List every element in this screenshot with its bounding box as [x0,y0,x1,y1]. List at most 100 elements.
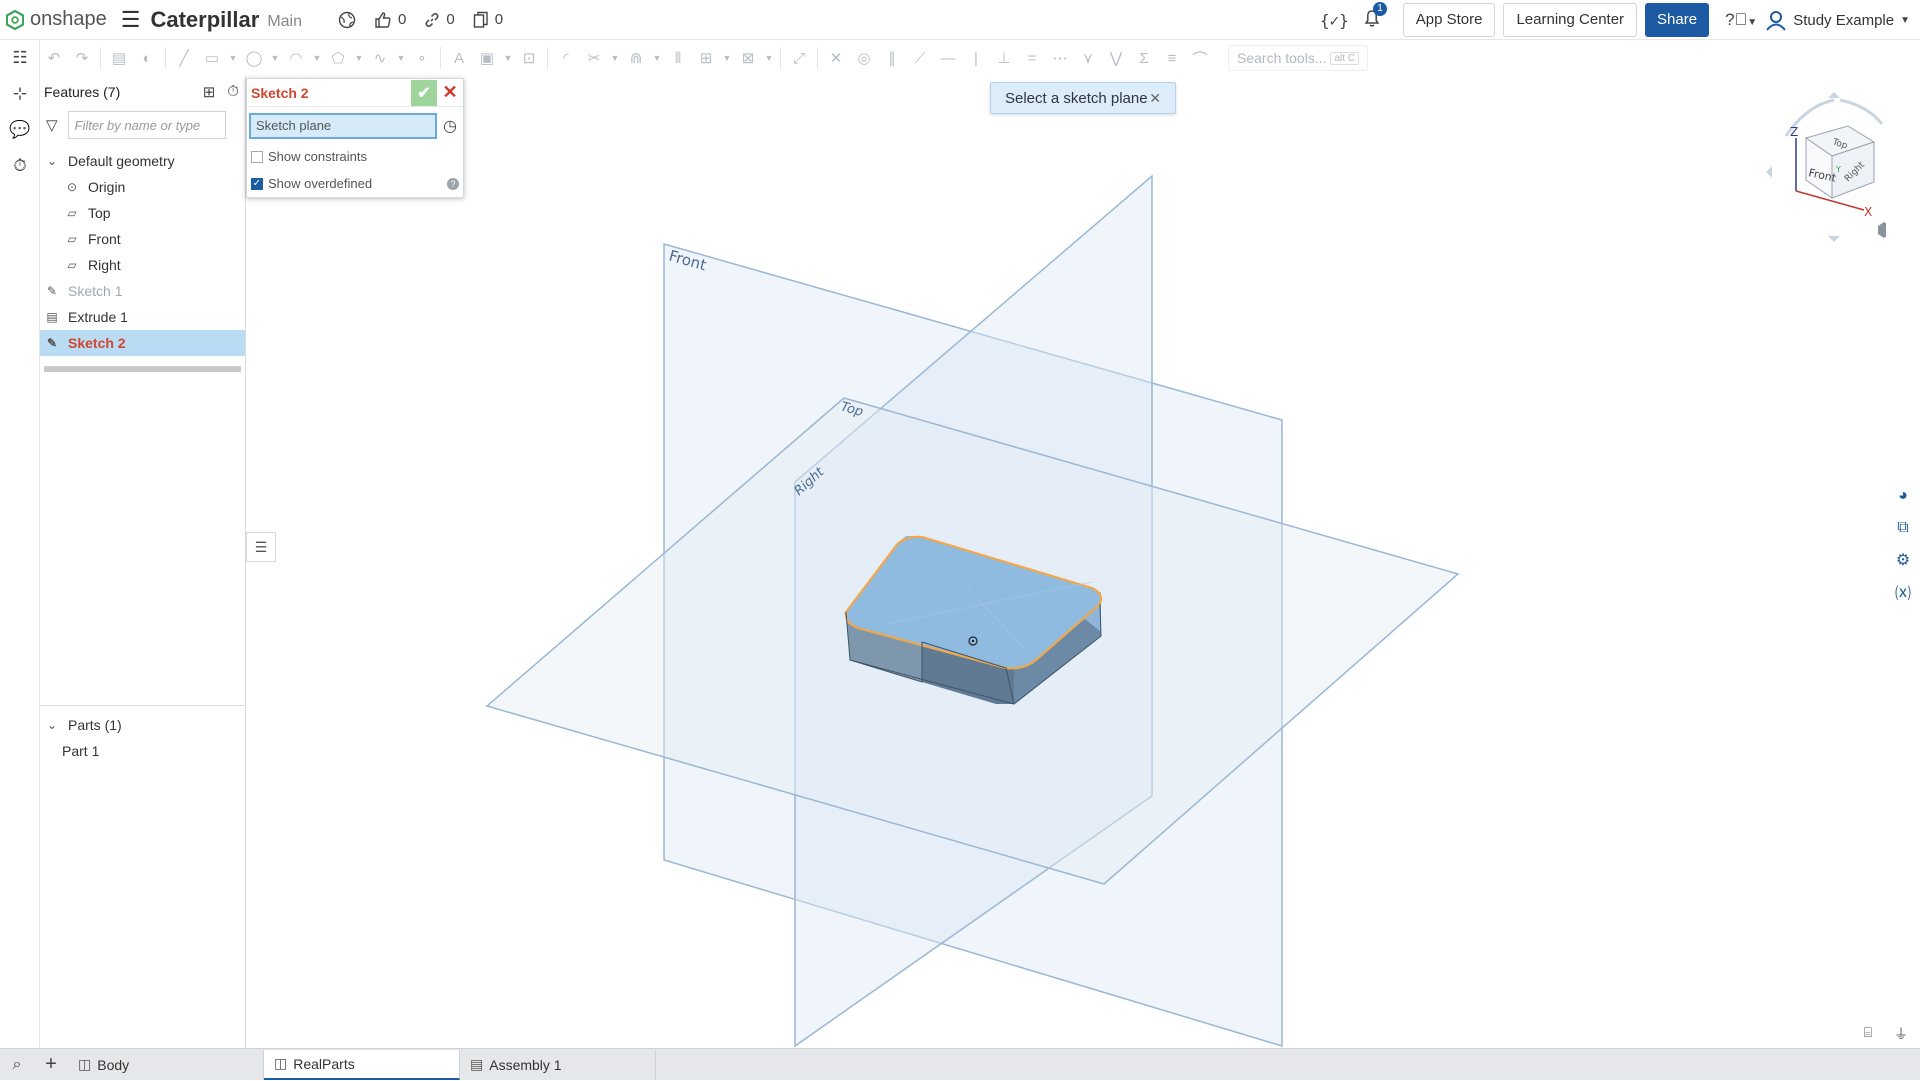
tree-item-sketch2[interactable]: ✎ Sketch 2 [40,330,245,356]
tree-item-origin[interactable]: ⊙ Origin [40,174,245,200]
parallel-icon[interactable]: ∥ [878,44,906,72]
help-button[interactable]: ?⃝▼ [1725,10,1757,30]
tree-item-right[interactable]: ▱ Right [40,252,245,278]
parts-folder[interactable]: ⌄ Parts (1) [40,712,246,738]
perpendicular-icon[interactable]: ⊥ [990,44,1018,72]
search-tabs-icon[interactable]: ⌕ [0,1049,34,1081]
history-icon[interactable]: ⏱ [0,148,40,184]
share-button[interactable]: Share [1645,3,1710,37]
tab-body[interactable]: ◫ Body [68,1049,264,1080]
tree-item-sketch1[interactable]: ✎ Sketch 1 [40,278,245,304]
onshape-logo[interactable]: onshape [6,8,107,31]
new-sketch-icon[interactable]: ▤ [105,44,133,72]
chevron-down-icon[interactable]: ▼ [762,44,776,72]
properties-icon[interactable]: ⧉ [1886,512,1920,544]
add-tab-icon[interactable]: + [34,1049,68,1081]
show-constraints-checkbox[interactable] [251,150,263,163]
chevron-down-icon[interactable]: ▼ [501,44,515,72]
variables-icon[interactable]: {✓} [1320,11,1349,30]
app-store-button[interactable]: App Store [1402,3,1496,37]
configuration-icon[interactable]: ⚙ [1886,544,1920,576]
globe-icon[interactable] [338,11,356,29]
chevron-down-icon[interactable]: ▼ [650,44,664,72]
chevron-down-icon[interactable]: ▼ [268,44,282,72]
variables-panel-icon[interactable]: ⒳ [1886,576,1920,608]
curvature-icon[interactable]: ⌒ [1186,44,1214,72]
redo-icon[interactable]: ↷ [68,44,96,72]
viewport-canvas[interactable]: Front Top Right Top Front Right Z X Y [246,76,1903,1048]
document-branch[interactable]: Main [267,13,302,31]
filter-icon[interactable]: ▽ [46,116,58,134]
coincident-icon[interactable]: ✕ [822,44,850,72]
notifications-button[interactable]: 1 [1363,1,1387,33]
cancel-button[interactable]: ✕ [437,80,463,106]
help-icon[interactable]: ? [447,177,459,190]
show-overdefined-checkbox[interactable]: ✓ [251,177,263,190]
concentric-icon[interactable]: ◎ [850,44,878,72]
arc-icon[interactable]: ◠ [282,44,310,72]
accept-button[interactable]: ✔ [411,79,437,106]
part-item[interactable]: Part 1 [40,738,246,764]
mass-properties-icon[interactable]: ⏚ [1894,1024,1908,1044]
line-icon[interactable]: ╱ [170,44,198,72]
clock-icon[interactable]: ◷ [443,116,457,136]
orbit-arrow-top[interactable] [1828,92,1840,98]
view-cube[interactable]: Top Front Right Z X Y ▼ [1766,92,1903,242]
pattern-icon[interactable]: ⊞ [692,44,720,72]
chevron-down-icon[interactable]: ▼ [310,44,324,72]
appearance-icon[interactable]: ◕ [1886,480,1920,512]
view-options-button[interactable]: ▼ [1878,222,1903,238]
offset-icon[interactable]: ⋒ [622,44,650,72]
tree-item-front[interactable]: ▱ Front [40,226,245,252]
fix-icon[interactable]: ≡ [1158,44,1186,72]
menu-icon[interactable]: ☰ [121,7,141,33]
midpoint-icon[interactable]: ⋯ [1046,44,1074,72]
circle-icon[interactable]: ◯ [240,44,268,72]
equal-icon[interactable]: = [1018,44,1046,72]
search-tools-input[interactable]: Search tools... alt C [1228,45,1368,71]
spline-icon[interactable]: ∿ [366,44,394,72]
comments-icon[interactable]: 💬 [0,112,40,148]
polygon-icon[interactable]: ⬠ [324,44,352,72]
chevron-down-icon[interactable]: ▼ [394,44,408,72]
measure-icon[interactable]: ⌸ [1864,1024,1872,1044]
orbit-arrow-bottom[interactable] [1828,236,1840,242]
point-icon[interactable]: ∘ [408,44,436,72]
tab-realparts[interactable]: ◫ RealParts [264,1049,460,1080]
rollback-timer-icon[interactable]: ⏱ [227,83,239,101]
feature-list-icon[interactable]: ☷ [0,40,40,76]
construction-icon[interactable]: ⊡ [515,44,543,72]
trim-icon[interactable]: ✂ [580,44,608,72]
learning-center-button[interactable]: Learning Center [1503,3,1638,37]
link-button[interactable]: 0 [424,11,455,28]
undo-icon[interactable]: ↶ [40,44,68,72]
horizontal-icon[interactable]: — [934,44,962,72]
default-geometry-folder[interactable]: ⌄ Default geometry [40,148,245,174]
tree-item-extrude1[interactable]: ▤ Extrude 1 [40,304,245,330]
insert-image-icon[interactable]: ▣ [473,44,501,72]
normal-icon[interactable]: ⋎ [1074,44,1102,72]
tab-assembly-1[interactable]: ▤ Assembly 1 [460,1049,656,1080]
user-menu[interactable]: Study Example ▼ [1765,9,1910,31]
show-constraints-option[interactable]: Show constraints [247,143,463,170]
sketch-plane-field[interactable]: Sketch plane [249,113,437,139]
symmetric-icon[interactable]: ⋁ [1102,44,1130,72]
close-icon[interactable]: ✕ [1149,90,1161,107]
like-button[interactable]: 0 [374,11,406,29]
add-folder-icon[interactable]: ⊞ [203,83,216,101]
collapse-panel-button[interactable]: ☰ [246,532,276,562]
chevron-down-icon[interactable]: ▼ [226,44,240,72]
rectangle-icon[interactable]: ▭ [198,44,226,72]
rollback-bar[interactable] [44,366,241,372]
use-icon[interactable]: ◐ [133,44,161,72]
add-feature-icon[interactable]: ⊹ [0,76,40,112]
tangent-icon[interactable]: ⟋ [906,44,934,72]
show-overdefined-option[interactable]: ✓ Show overdefined ? [247,170,463,197]
document-title[interactable]: Caterpillar [150,7,259,33]
transform-icon[interactable]: ⊠ [734,44,762,72]
chevron-down-icon[interactable]: ▼ [720,44,734,72]
mirror-icon[interactable]: ⫴ [664,44,692,72]
dimension-icon[interactable]: ⤢ [785,44,813,72]
pierce-icon[interactable]: Σ [1130,44,1158,72]
graphics-area[interactable]: Front Top Right Top Front Right Z X Y ☰ [246,76,1903,1048]
